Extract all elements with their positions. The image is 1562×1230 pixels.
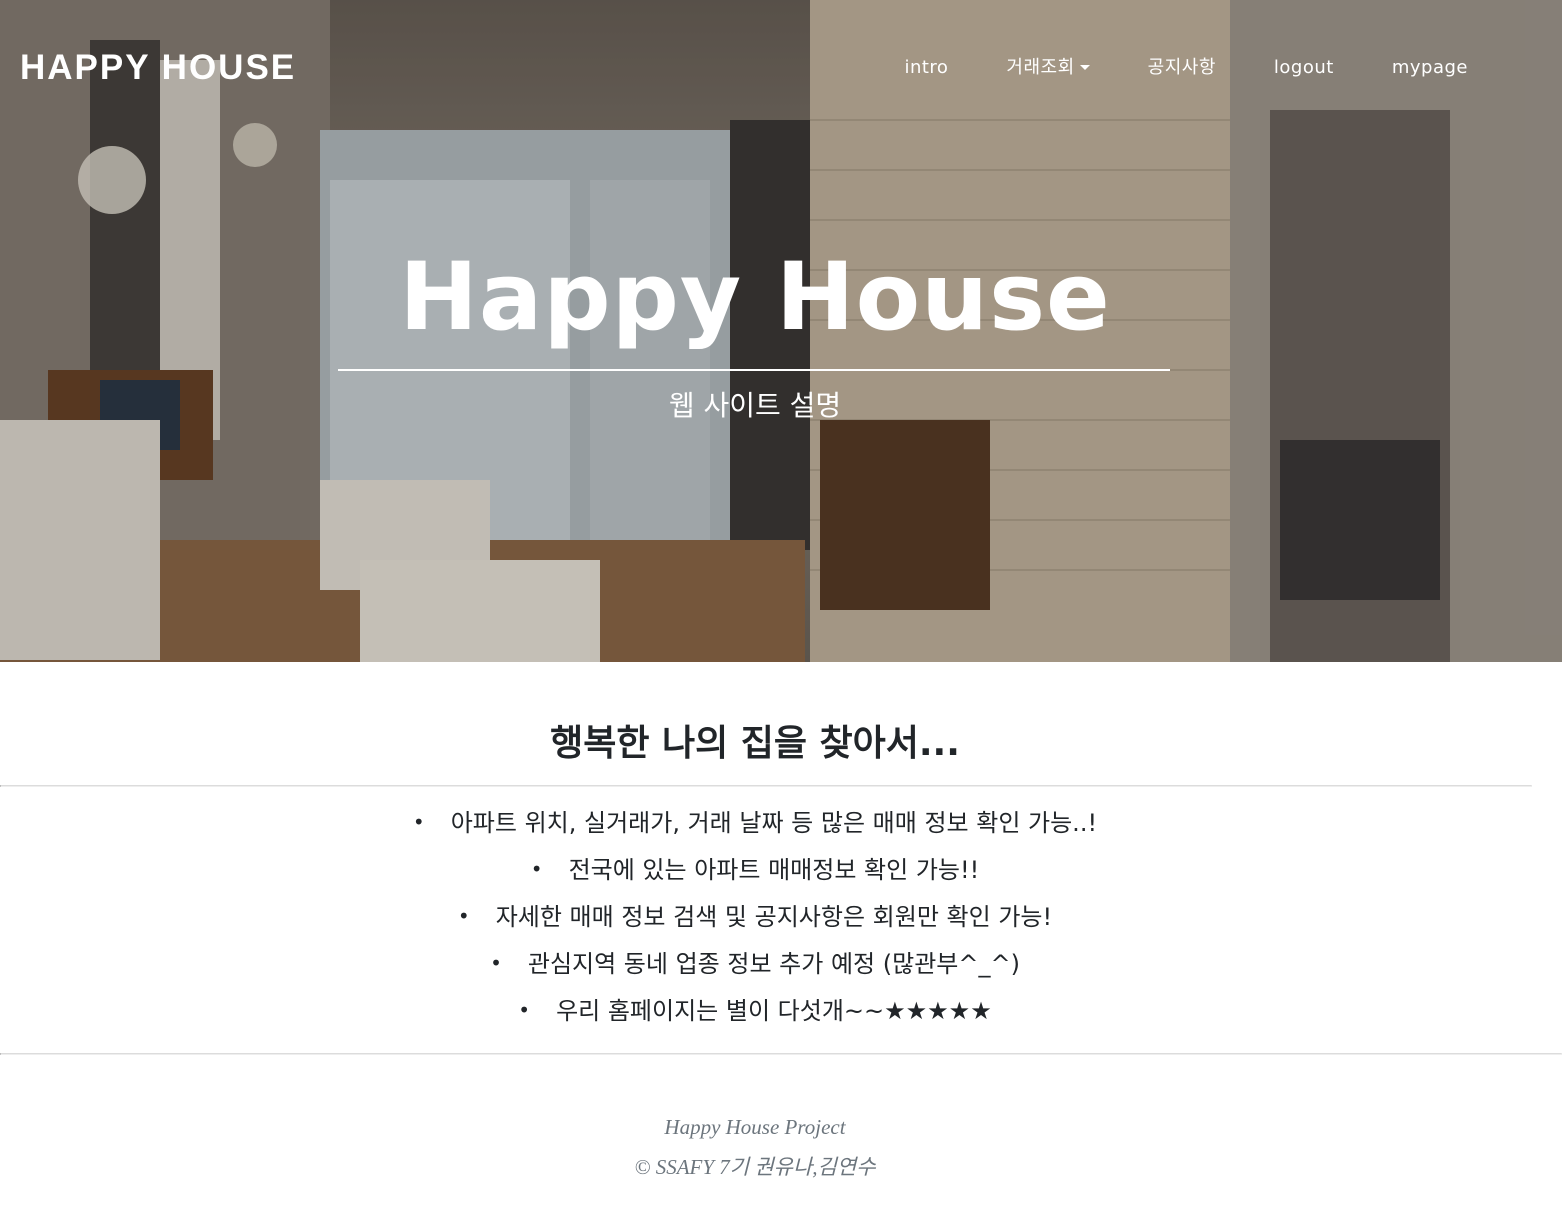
nav-dropdown-transactions[interactable]: 거래조회: [1006, 56, 1090, 80]
nav-link-logout[interactable]: logout: [1274, 56, 1334, 80]
bullet-icon: •: [518, 998, 531, 1022]
feature-text: 자세한 매매 정보 검색 및 공지사항은 회원만 확인 가능!: [495, 903, 1053, 931]
hero-title: Happy House: [399, 243, 1111, 352]
bullet-icon: •: [530, 857, 543, 881]
feature-text: 관심지역 동네 업종 정보 추가 예정 (많관부^_^): [527, 950, 1020, 978]
hero-masthead: HAPPY HOUSE intro 거래조회 공지사항 logout mypag…: [0, 0, 1562, 662]
nav-links: intro 거래조회 공지사항 logout mypage: [904, 56, 1468, 80]
feature-list-item: • 우리 홈페이지는 별이 다섯개~~★★★★★: [0, 988, 1510, 1035]
feature-list-item: • 관심지역 동네 업종 정보 추가 예정 (많관부^_^): [0, 941, 1510, 988]
caret-down-icon: [1079, 64, 1090, 70]
footer-project-name: Happy House Project: [664, 1115, 846, 1139]
feature-text: 우리 홈페이지는 별이 다섯개~~★★★★★: [556, 997, 992, 1025]
nav-link-notice[interactable]: 공지사항: [1148, 56, 1216, 80]
hero-subtitle: 웹 사이트 설명: [668, 389, 842, 422]
feature-list-item: • 아파트 위치, 실거래가, 거래 날짜 등 많은 매매 정보 확인 가능..!: [0, 800, 1510, 847]
section-divider: [0, 785, 1532, 787]
bullet-icon: •: [490, 951, 502, 975]
feature-list-item: • 전국에 있는 아파트 매매정보 확인 가능!!: [0, 847, 1510, 894]
brand-logo-link[interactable]: HAPPY HOUSE: [20, 48, 296, 88]
feature-list: • 아파트 위치, 실거래가, 거래 날짜 등 많은 매매 정보 확인 가능..!…: [0, 800, 1510, 1035]
footer-copyright: © SSAFY 7기 권유나,김연수: [634, 1155, 876, 1179]
bullet-icon: •: [457, 904, 470, 928]
bullet-icon: •: [412, 810, 425, 834]
hero-divider: [338, 369, 1170, 371]
nav-link-intro[interactable]: intro: [904, 56, 948, 80]
nav-dropdown-label: 거래조회: [1006, 57, 1075, 78]
main-navbar: HAPPY HOUSE intro 거래조회 공지사항 logout mypag…: [0, 0, 1562, 140]
section-heading: 행복한 나의 집을 찾아서...: [550, 723, 960, 764]
feature-list-item: • 자세한 매매 정보 검색 및 공지사항은 회원만 확인 가능!: [0, 894, 1510, 941]
feature-text: 아파트 위치, 실거래가, 거래 날짜 등 많은 매매 정보 확인 가능..!: [450, 809, 1098, 837]
footer-divider: [0, 1053, 1562, 1055]
nav-link-mypage[interactable]: mypage: [1392, 56, 1468, 80]
feature-text: 전국에 있는 아파트 매매정보 확인 가능!!: [568, 856, 980, 884]
